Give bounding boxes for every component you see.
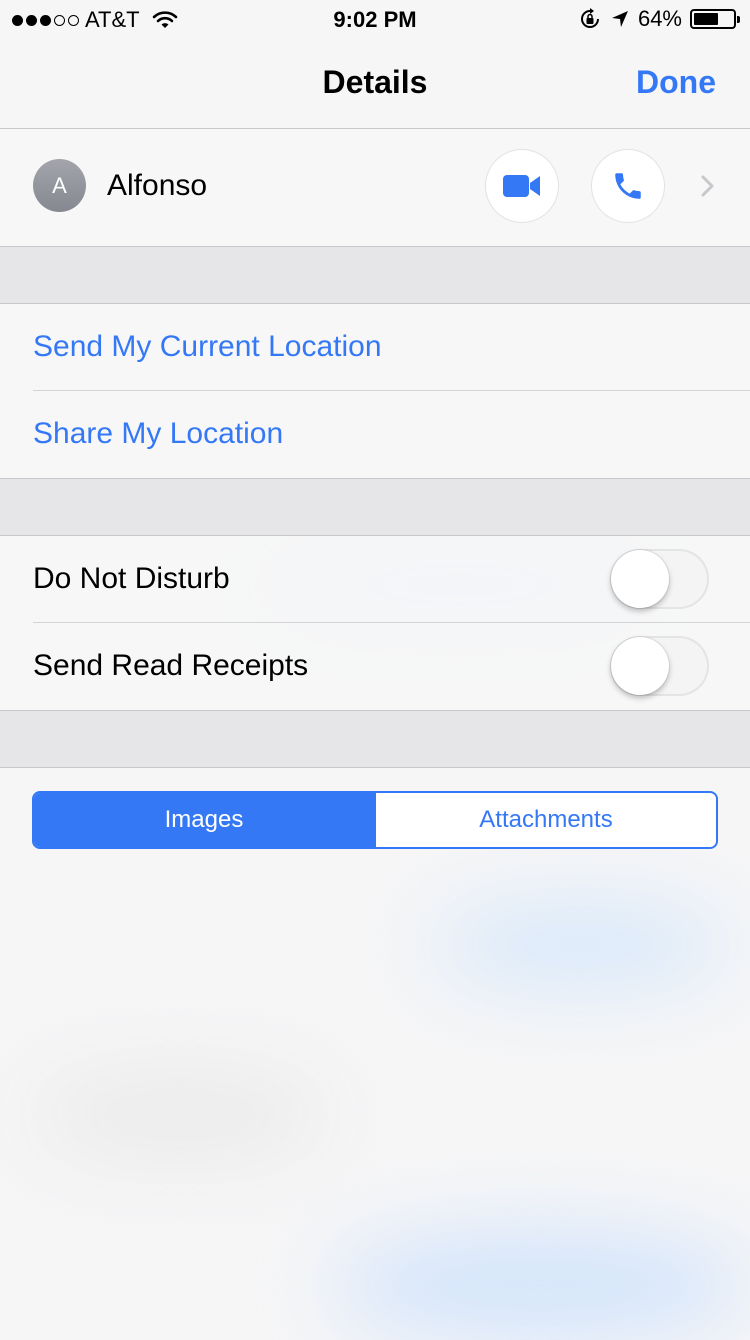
battery-fill	[694, 13, 719, 25]
phone-call-icon	[611, 169, 645, 203]
navigation-bar: Details Done	[0, 40, 750, 128]
read-receipts-toggle[interactable]	[610, 636, 709, 696]
section-gap	[0, 247, 750, 303]
contact-name: Alfonso	[107, 169, 208, 202]
settings-group: Do Not Disturb Send Read Receipts	[0, 536, 750, 710]
do-not-disturb-toggle[interactable]	[610, 549, 709, 609]
share-location-cell[interactable]: Share My Location	[0, 391, 750, 478]
segment-images[interactable]: Images	[34, 793, 374, 847]
segment-attachments[interactable]: Attachments	[374, 793, 716, 847]
phone-call-button[interactable]	[592, 150, 664, 222]
do-not-disturb-label: Do Not Disturb	[33, 562, 230, 595]
battery-icon	[690, 9, 740, 29]
section-gap	[0, 479, 750, 535]
avatar: A	[33, 159, 86, 212]
background-blur	[330, 1230, 750, 1340]
contact-row[interactable]: A Alfonso	[0, 129, 750, 246]
send-current-location-button[interactable]: Send My Current Location	[33, 330, 382, 364]
section-gap	[0, 711, 750, 767]
section-divider	[0, 767, 750, 768]
done-button[interactable]: Done	[636, 64, 716, 101]
media-segmented-control: Images Attachments	[32, 791, 718, 849]
orientation-lock-icon	[578, 7, 602, 31]
read-receipts-label: Send Read Receipts	[33, 649, 309, 682]
share-location-button[interactable]: Share My Location	[33, 417, 283, 451]
toggle-knob	[611, 550, 669, 608]
status-right: 64%	[578, 6, 740, 32]
location-group: Send My Current Location Share My Locati…	[0, 304, 750, 478]
send-current-location-cell[interactable]: Send My Current Location	[0, 304, 750, 391]
video-call-icon	[502, 173, 542, 199]
battery-percent: 64%	[637, 6, 682, 31]
background-blur	[430, 900, 730, 990]
location-arrow-icon	[610, 9, 630, 29]
status-bar: AT&T 9:02 PM 64%	[0, 0, 750, 40]
do-not-disturb-cell: Do Not Disturb	[0, 536, 750, 623]
chevron-right-icon[interactable]	[698, 169, 718, 208]
background-blur	[30, 1070, 330, 1160]
toggle-knob	[611, 637, 669, 695]
read-receipts-cell: Send Read Receipts	[0, 623, 750, 710]
video-call-button[interactable]	[486, 150, 558, 222]
